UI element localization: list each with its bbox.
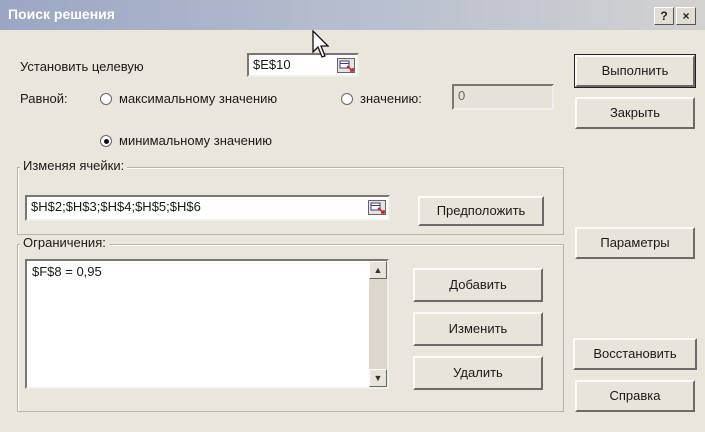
close-button-label: Закрыть <box>609 105 661 120</box>
list-item[interactable]: $F$8 = 0,95 <box>27 261 387 282</box>
equal-to-label: Равной: <box>20 91 68 106</box>
range-select-icon[interactable] <box>368 200 386 215</box>
value-radio-label[interactable]: значению: <box>360 91 422 106</box>
changing-cells-label: Изменяя ячейки: <box>20 158 128 173</box>
delete-button[interactable]: Удалить <box>413 356 543 390</box>
target-cell-label: Установить целевую <box>20 59 144 74</box>
help-title-button[interactable]: ? <box>654 7 674 25</box>
changing-cells-input[interactable]: $H$2;$H$3;$H$4;$H$5;$H$6 <box>25 195 390 221</box>
solve-button-label: Выполнить <box>601 63 669 78</box>
constraints-scrollbar[interactable]: ▲ ▼ <box>369 261 387 387</box>
dialog-title: Поиск решения <box>8 6 115 22</box>
reset-button-label: Восстановить <box>593 346 677 361</box>
target-cell-input[interactable]: $E$10 <box>247 53 359 77</box>
help-button-label: Справка <box>609 388 661 403</box>
reset-button[interactable]: Восстановить <box>573 338 697 370</box>
constraints-label: Ограничения: <box>20 235 109 250</box>
options-button-label: Параметры <box>600 235 670 250</box>
solve-button[interactable]: Выполнить <box>574 54 696 88</box>
constraints-list[interactable]: $F$8 = 0,95 ▲ ▼ <box>25 259 389 389</box>
changing-cells-value: $H$2;$H$3;$H$4;$H$5;$H$6 <box>31 199 201 214</box>
close-button[interactable]: Закрыть <box>575 97 695 129</box>
min-radio-label[interactable]: минимальному значению <box>119 133 272 148</box>
title-bar[interactable]: Поиск решения ? × <box>0 0 705 30</box>
options-button[interactable]: Параметры <box>575 227 695 259</box>
add-button-label: Добавить <box>449 277 507 292</box>
guess-button[interactable]: Предположить <box>418 196 544 226</box>
guess-button-label: Предположить <box>436 203 526 218</box>
close-title-button[interactable]: × <box>676 7 696 25</box>
help-button[interactable]: Справка <box>575 380 695 412</box>
value-input-text: 0 <box>458 88 466 103</box>
mouse-cursor-icon <box>312 30 330 58</box>
solver-dialog: Поиск решения ? × Установить целевую $E$… <box>0 0 705 432</box>
min-radio[interactable] <box>100 135 112 147</box>
scroll-up-icon[interactable]: ▲ <box>369 261 387 279</box>
delete-button-label: Удалить <box>453 365 503 380</box>
change-button-label: Изменить <box>448 321 508 336</box>
value-input[interactable]: 0 <box>452 84 554 110</box>
max-radio[interactable] <box>100 93 112 105</box>
add-button[interactable]: Добавить <box>413 268 543 302</box>
target-cell-value: $E$10 <box>253 57 291 72</box>
range-select-icon[interactable] <box>337 58 355 73</box>
max-radio-label[interactable]: максимальному значению <box>119 91 277 106</box>
value-radio[interactable] <box>341 93 353 105</box>
scroll-down-icon[interactable]: ▼ <box>369 369 387 387</box>
change-button[interactable]: Изменить <box>413 312 543 346</box>
